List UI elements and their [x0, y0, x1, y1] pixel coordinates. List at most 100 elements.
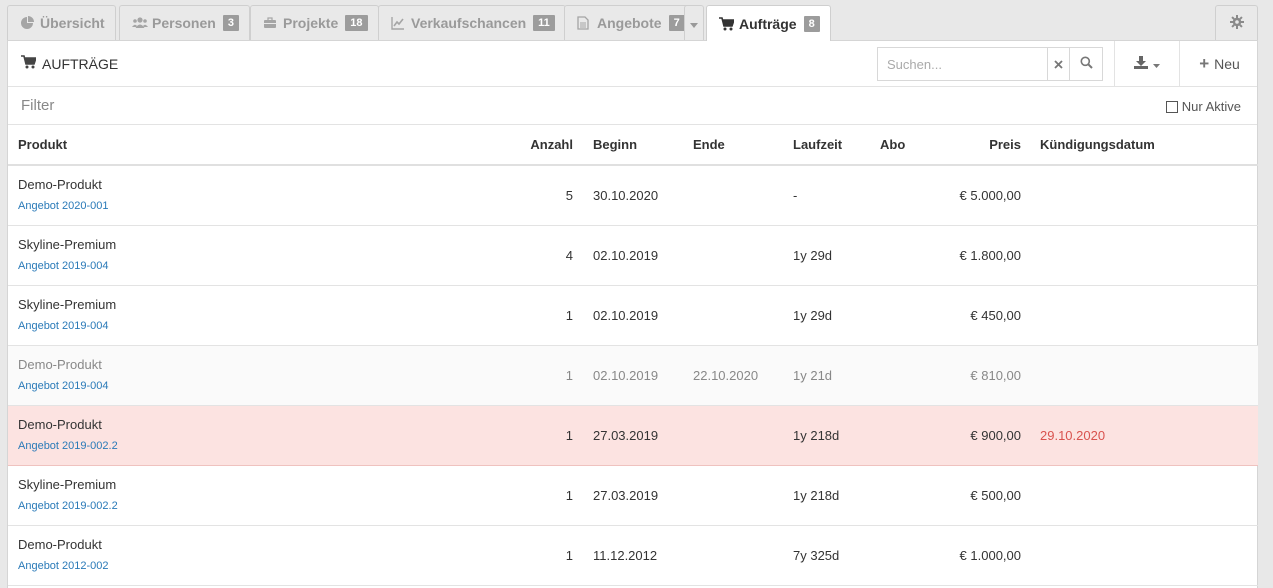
count-badge: 8 [803, 15, 820, 32]
download-icon [1134, 55, 1148, 72]
settings-button[interactable] [1215, 5, 1258, 40]
gear-icon [1229, 14, 1244, 32]
product-name[interactable]: Demo-Produkt [18, 417, 503, 433]
plus-icon: + [1199, 53, 1210, 73]
product-name[interactable]: Skyline-Premium [18, 297, 503, 313]
price-cell: € 1.000,00 [918, 525, 1021, 586]
clear-search-button[interactable] [1047, 47, 1069, 81]
cancellation-date-cell: 29.10.2020 [1021, 404, 1258, 466]
abo-cell [860, 465, 918, 526]
quantity-cell: 4 [503, 225, 573, 286]
column-header-product[interactable]: Produkt [8, 125, 503, 166]
line-chart-icon [391, 16, 405, 30]
table-row[interactable]: Skyline-Premium Angebot 2019-002.2 1 27.… [8, 465, 1258, 526]
filter-toggle[interactable]: Filter [21, 97, 54, 114]
product-cell: Skyline-Premium Angebot 2019-004 [8, 285, 503, 346]
offers-dropdown-toggle[interactable] [684, 5, 704, 40]
tab-label: Projekte [283, 15, 339, 31]
column-header-end[interactable]: Ende [673, 125, 773, 166]
start-date-cell: 27.03.2019 [573, 465, 673, 526]
tab-projects[interactable]: Projekte 18 [250, 5, 379, 40]
table-header-row: Produkt Anzahl Beginn Ende Laufzeit Abo … [8, 125, 1258, 166]
start-date-cell: 27.03.2019 [573, 404, 673, 466]
offer-link[interactable]: Angebot 2019-002.2 [18, 499, 503, 513]
offer-link[interactable]: Angebot 2019-004 [18, 379, 503, 393]
only-active-label: Nur Aktive [1181, 99, 1241, 114]
tab-label: Verkaufschancen [411, 15, 527, 31]
table-row[interactable]: Demo-Produkt Angebot 2020-001 5 30.10.20… [8, 165, 1258, 226]
offer-link[interactable]: Angebot 2012-002 [18, 559, 503, 573]
price-cell: € 450,00 [918, 285, 1021, 346]
users-icon [132, 16, 148, 30]
column-header-cancellation-date[interactable]: Kündigungsdatum [1021, 125, 1258, 166]
orders-table: Produkt Anzahl Beginn Ende Laufzeit Abo … [8, 125, 1258, 586]
tab-orders[interactable]: Aufträge 8 [706, 5, 831, 41]
quantity-cell: 1 [503, 465, 573, 526]
tab-persons[interactable]: Personen 3 [119, 5, 250, 40]
tab-overview[interactable]: Übersicht [7, 5, 116, 40]
offer-link[interactable]: Angebot 2019-004 [18, 319, 503, 333]
product-name[interactable]: Skyline-Premium [18, 237, 503, 253]
export-button[interactable] [1114, 41, 1179, 86]
search-group [877, 47, 1103, 81]
column-header-quantity[interactable]: Anzahl [503, 125, 573, 166]
product-name[interactable]: Skyline-Premium [18, 477, 503, 493]
start-date-cell: 02.10.2019 [573, 225, 673, 286]
cancellation-date-cell [1021, 225, 1258, 286]
duration-cell: 1y 218d [773, 465, 860, 526]
cancellation-date-cell [1021, 465, 1258, 526]
tab-bar: Übersicht Personen 3 Projekte 18 Verkauf… [0, 0, 1273, 41]
search-icon [1080, 56, 1093, 72]
panel-header: AUFTRÄGE + Neu [8, 41, 1257, 87]
column-header-duration[interactable]: Laufzeit [773, 125, 860, 166]
product-cell: Demo-Produkt Angebot 2019-004 [8, 345, 503, 406]
tab-opportunities[interactable]: Verkaufschancen 11 [378, 5, 566, 40]
duration-cell: 1y 218d [773, 404, 860, 466]
price-cell: € 5.000,00 [918, 165, 1021, 226]
duration-cell: 1y 29d [773, 285, 860, 346]
product-name[interactable]: Demo-Produkt [18, 177, 503, 193]
product-name[interactable]: Demo-Produkt [18, 357, 503, 373]
duration-cell: - [773, 165, 860, 226]
product-name[interactable]: Demo-Produkt [18, 537, 503, 553]
table-row[interactable]: Demo-Produkt Angebot 2012-002 1 11.12.20… [8, 525, 1258, 586]
table-row[interactable]: Skyline-Premium Angebot 2019-004 1 02.10… [8, 285, 1258, 346]
duration-cell: 1y 29d [773, 225, 860, 286]
tab-label: Personen [152, 15, 216, 31]
checkbox[interactable] [1165, 100, 1178, 113]
end-date-cell [673, 165, 773, 226]
orders-panel: AUFTRÄGE + Neu [7, 40, 1258, 588]
end-date-cell [673, 225, 773, 286]
only-active-checkbox[interactable]: Nur Aktive [1165, 99, 1241, 114]
duration-cell: 1y 21d [773, 345, 860, 406]
cancellation-date-cell [1021, 345, 1258, 406]
close-icon [1054, 57, 1063, 72]
quantity-cell: 5 [503, 165, 573, 226]
quantity-cell: 1 [503, 285, 573, 346]
start-date-cell: 02.10.2019 [573, 345, 673, 406]
table-row[interactable]: Demo-Produkt Angebot 2019-002.2 1 27.03.… [8, 404, 1258, 466]
tab-offers[interactable]: Angebote 7 [564, 5, 694, 40]
cart-icon [719, 16, 736, 31]
product-cell: Skyline-Premium Angebot 2019-002.2 [8, 465, 503, 526]
search-input[interactable] [877, 47, 1047, 81]
end-date-cell [673, 465, 773, 526]
end-date-cell [673, 525, 773, 586]
column-header-price[interactable]: Preis [918, 125, 1021, 166]
offer-link[interactable]: Angebot 2020-001 [18, 199, 503, 213]
search-button[interactable] [1069, 47, 1103, 81]
cancellation-date-cell [1021, 285, 1258, 346]
new-button[interactable]: + Neu [1179, 41, 1259, 86]
product-cell: Demo-Produkt Angebot 2012-002 [8, 525, 503, 586]
table-row[interactable]: Demo-Produkt Angebot 2019-004 1 02.10.20… [8, 345, 1258, 406]
count-badge: 11 [533, 15, 555, 31]
column-header-start[interactable]: Beginn [573, 125, 673, 166]
start-date-cell: 11.12.2012 [573, 525, 673, 586]
count-badge: 3 [222, 15, 239, 31]
table-row[interactable]: Skyline-Premium Angebot 2019-004 4 02.10… [8, 225, 1258, 286]
offer-link[interactable]: Angebot 2019-004 [18, 259, 503, 273]
offer-link[interactable]: Angebot 2019-002.2 [18, 439, 503, 453]
file-icon [577, 16, 591, 30]
briefcase-icon [263, 16, 277, 30]
column-header-abo[interactable]: Abo [860, 125, 918, 166]
